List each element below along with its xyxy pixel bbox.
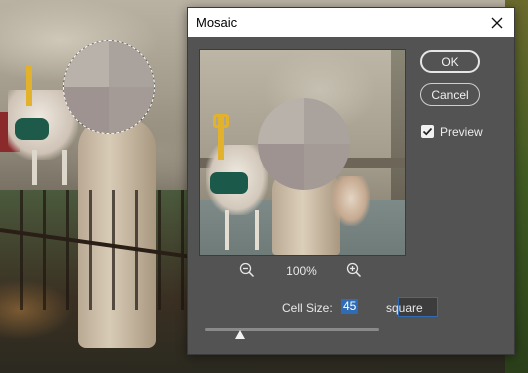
cell-size-slider-thumb[interactable] xyxy=(234,330,245,339)
preview-horse-saddle xyxy=(210,172,248,194)
cancel-button[interactable]: Cancel xyxy=(420,83,480,106)
cell-size-label: Cell Size: xyxy=(282,301,333,315)
close-icon xyxy=(491,17,503,28)
cell-size-value: 45 xyxy=(341,299,359,314)
close-button[interactable] xyxy=(480,8,514,37)
mosaic-cell xyxy=(64,87,109,133)
ok-button[interactable]: OK xyxy=(420,50,480,73)
mosaic-cell xyxy=(304,98,350,144)
zoom-out-icon xyxy=(239,262,255,278)
zoom-level: 100% xyxy=(286,264,317,278)
mosaic-cell xyxy=(64,41,109,87)
preview-mosaic xyxy=(258,98,350,190)
preview-carousel-pole xyxy=(218,116,224,160)
dialog-titlebar[interactable]: Mosaic xyxy=(188,8,514,37)
mosaic-cell xyxy=(304,144,350,190)
mosaic-dialog: Mosaic 100% Cell Size: 45 square OK Canc… xyxy=(187,7,515,355)
canvas-horse-saddle xyxy=(15,118,49,140)
zoom-in-button[interactable] xyxy=(346,262,364,280)
canvas-carousel-pole xyxy=(26,66,32,106)
checkbox-box[interactable] xyxy=(421,125,434,138)
mosaic-cell xyxy=(258,144,304,190)
preview-label: Preview xyxy=(440,125,483,139)
cell-size-input[interactable]: 45 xyxy=(338,297,438,317)
mosaic-cell xyxy=(109,87,154,133)
canvas-horse-leg xyxy=(32,150,37,185)
zoom-out-button[interactable] xyxy=(239,262,257,280)
canvas-horse-leg xyxy=(62,150,67,185)
cell-size-unit: square xyxy=(386,301,423,315)
mosaic-selection[interactable] xyxy=(63,40,155,134)
cell-size-slider[interactable] xyxy=(205,328,379,331)
mosaic-cell xyxy=(109,41,154,87)
preview-horse-leg xyxy=(225,210,229,250)
checkmark-icon xyxy=(422,127,433,136)
preview-horse-leg xyxy=(255,210,259,250)
dialog-title: Mosaic xyxy=(196,15,238,30)
mosaic-cell xyxy=(258,98,304,144)
zoom-controls: 100% xyxy=(199,262,404,280)
zoom-in-icon xyxy=(346,262,362,278)
filter-preview[interactable] xyxy=(199,49,406,256)
